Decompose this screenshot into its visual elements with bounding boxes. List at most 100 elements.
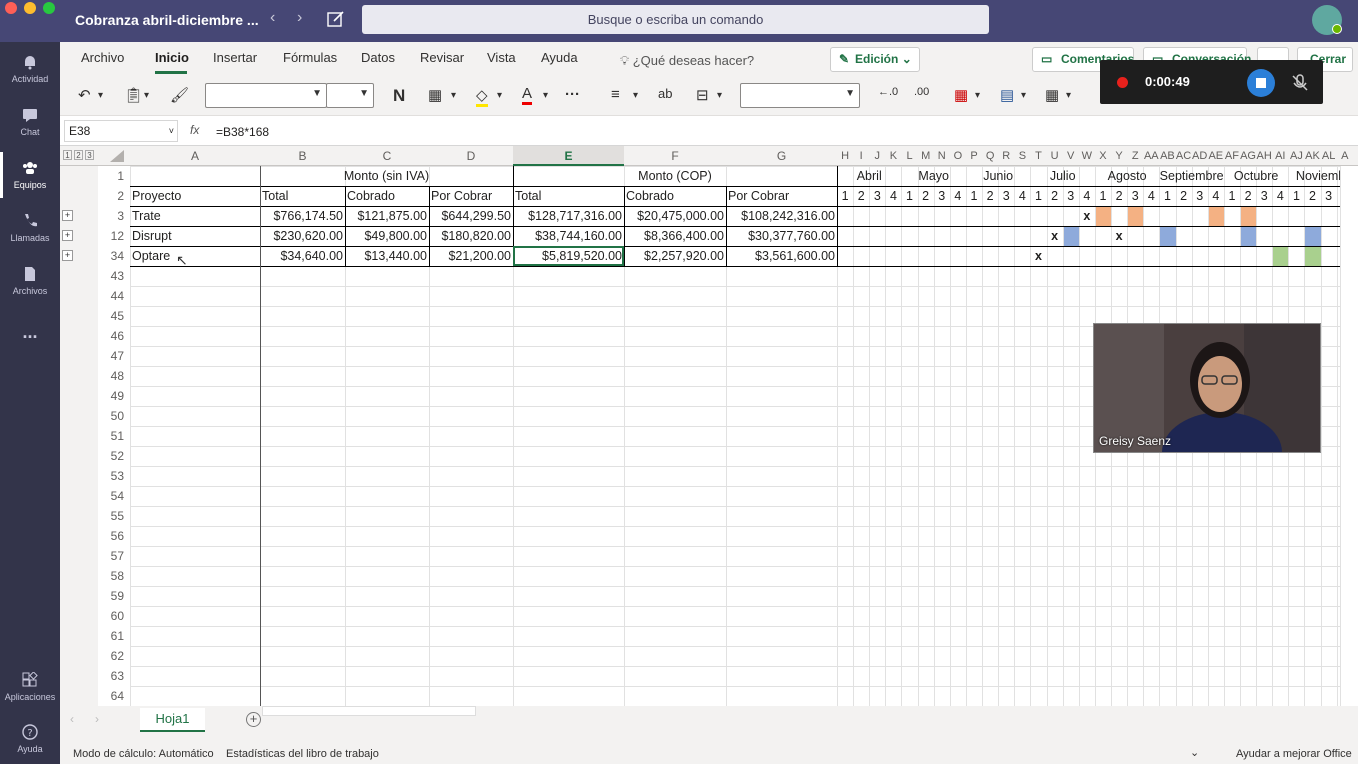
week-number[interactable]: 2 bbox=[1304, 186, 1320, 206]
chevron-down-icon[interactable]: ▾ bbox=[451, 90, 456, 101]
column-header-narrow[interactable]: M bbox=[918, 146, 934, 166]
column-header-narrow[interactable]: AG bbox=[1240, 146, 1256, 166]
header-monto-cop[interactable]: Monto (COP) bbox=[513, 166, 837, 186]
header-por-cobrar[interactable]: Por Cobrar bbox=[429, 186, 513, 206]
week-number[interactable]: 1 bbox=[1030, 186, 1046, 206]
more-icon[interactable]: ... bbox=[0, 322, 60, 343]
chevron-down-icon[interactable]: ▾ bbox=[98, 90, 103, 101]
week-number[interactable]: 4 bbox=[1014, 186, 1030, 206]
column-header-narrow[interactable]: AL bbox=[1321, 146, 1337, 166]
header-total[interactable]: Total bbox=[260, 186, 345, 206]
column-header-narrow[interactable]: AE bbox=[1208, 146, 1224, 166]
format-painter-icon[interactable]: 🖌︎ bbox=[170, 86, 189, 104]
amount-cell[interactable]: $644,299.50 bbox=[429, 206, 513, 226]
amount-cell[interactable]: $121,875.00 bbox=[345, 206, 429, 226]
row-number[interactable]: 44 bbox=[98, 286, 130, 306]
align-icon[interactable]: ≡ bbox=[611, 86, 620, 103]
chevron-down-icon[interactable]: ▾ bbox=[975, 90, 980, 101]
week-number[interactable]: 3 bbox=[1256, 186, 1272, 206]
column-header-narrow[interactable]: U bbox=[1047, 146, 1063, 166]
column-header-A[interactable]: A bbox=[130, 146, 260, 166]
week-number[interactable]: 2 bbox=[1047, 186, 1063, 206]
week-number[interactable]: 4 bbox=[1272, 186, 1288, 206]
chevron-down-icon[interactable]: ▾ bbox=[1066, 90, 1071, 101]
column-header-narrow[interactable]: W bbox=[1079, 146, 1095, 166]
back-arrow-icon[interactable]: ‹ bbox=[270, 9, 275, 27]
tell-me[interactable]: 💡︎ ¿Qué deseas hacer? bbox=[620, 53, 754, 69]
expand-row-icon[interactable]: + bbox=[62, 250, 73, 261]
minimize-window-button[interactable] bbox=[24, 2, 36, 14]
column-header-E[interactable]: E bbox=[513, 146, 624, 166]
workbook-stats[interactable]: Estadísticas del libro de trabajo bbox=[226, 748, 379, 760]
amount-cell[interactable]: $108,242,316.00 bbox=[726, 206, 837, 226]
insert-cells-icon[interactable]: ▦ bbox=[954, 86, 968, 104]
column-header-narrow[interactable]: K bbox=[885, 146, 901, 166]
week-number[interactable]: 1 bbox=[1159, 186, 1175, 206]
chevron-down-icon[interactable]: ▾ bbox=[717, 90, 722, 101]
column-header-narrow[interactable]: H bbox=[837, 146, 853, 166]
header-monto-sin-iva[interactable]: Monto (sin IVA) bbox=[260, 166, 513, 186]
column-header-narrow[interactable]: Y bbox=[1111, 146, 1127, 166]
maximize-window-button[interactable] bbox=[43, 2, 55, 14]
month-header[interactable]: Agosto bbox=[1095, 166, 1159, 186]
header-total[interactable]: Total bbox=[513, 186, 624, 206]
project-name[interactable]: Optare bbox=[130, 246, 260, 266]
row-number[interactable]: 49 bbox=[98, 386, 130, 406]
borders-icon[interactable]: ▦ bbox=[428, 86, 442, 104]
row-number[interactable]: 51 bbox=[98, 426, 130, 446]
row-number[interactable]: 60 bbox=[98, 606, 130, 626]
week-number[interactable]: 2 bbox=[1111, 186, 1127, 206]
column-header-narrow[interactable]: J bbox=[869, 146, 885, 166]
row-number[interactable]: 12 bbox=[98, 226, 130, 246]
rail-apps[interactable]: Aplicaciones bbox=[0, 672, 60, 702]
row-number[interactable]: 55 bbox=[98, 506, 130, 526]
week-number[interactable]: 2 bbox=[982, 186, 998, 206]
column-header-narrow[interactable]: O bbox=[950, 146, 966, 166]
column-header-narrow[interactable]: AB bbox=[1159, 146, 1175, 166]
chevron-down-icon[interactable]: ▾ bbox=[543, 90, 548, 101]
week-number[interactable]: 4 bbox=[1208, 186, 1224, 206]
week-number[interactable]: 1 bbox=[1224, 186, 1240, 206]
column-header-narrow[interactable]: AF bbox=[1224, 146, 1240, 166]
row-number[interactable]: 45 bbox=[98, 306, 130, 326]
column-header-narrow[interactable]: P bbox=[966, 146, 982, 166]
row-number[interactable]: 48 bbox=[98, 366, 130, 386]
menu-vista[interactable]: Vista bbox=[487, 50, 516, 65]
amount-cell[interactable]: $49,800.00 bbox=[345, 226, 429, 246]
month-header[interactable]: Abril bbox=[837, 166, 901, 186]
edit-mode-button[interactable]: ✎ Edición ⌄ bbox=[830, 47, 920, 72]
chevron-down-icon[interactable]: ▾ bbox=[1021, 90, 1026, 101]
amount-cell[interactable]: $128,717,316.00 bbox=[513, 206, 624, 226]
column-header-C[interactable]: C bbox=[345, 146, 429, 166]
column-header-F[interactable]: F bbox=[624, 146, 726, 166]
increase-decimal-icon[interactable]: .00 bbox=[914, 86, 929, 98]
month-header[interactable]: Octubre bbox=[1224, 166, 1288, 186]
decrease-decimal-icon[interactable]: ←.0 bbox=[878, 86, 898, 98]
row-number[interactable]: 63 bbox=[98, 666, 130, 686]
amount-cell[interactable]: $180,820.00 bbox=[429, 226, 513, 246]
bold-button[interactable]: N bbox=[393, 86, 405, 106]
column-header-G[interactable]: G bbox=[726, 146, 837, 166]
week-number[interactable]: 3 bbox=[1127, 186, 1143, 206]
font-color-icon[interactable]: A bbox=[522, 86, 533, 105]
column-header-narrow[interactable]: L bbox=[901, 146, 917, 166]
week-number[interactable]: 2 bbox=[853, 186, 869, 206]
week-number[interactable]: 4 bbox=[1079, 186, 1095, 206]
row-number[interactable]: 59 bbox=[98, 586, 130, 606]
menu-revisar[interactable]: Revisar bbox=[420, 50, 464, 65]
outline-level-3[interactable]: 3 bbox=[85, 150, 94, 160]
amount-cell[interactable]: $766,174.50 bbox=[260, 206, 345, 226]
project-name[interactable]: Trate bbox=[130, 206, 260, 226]
column-header-narrow[interactable]: A bbox=[1337, 146, 1353, 166]
column-header-narrow[interactable]: V bbox=[1063, 146, 1079, 166]
add-sheet-icon[interactable]: + bbox=[246, 712, 261, 727]
fill-color-icon[interactable]: ◇ bbox=[476, 86, 488, 107]
column-header-narrow[interactable]: AC bbox=[1176, 146, 1192, 166]
column-header-narrow[interactable]: X bbox=[1095, 146, 1111, 166]
amount-cell[interactable]: $21,200.00 bbox=[429, 246, 513, 266]
amount-cell[interactable]: $38,744,160.00 bbox=[513, 226, 624, 246]
number-format-select[interactable]: ▼ bbox=[740, 83, 860, 108]
amount-cell[interactable]: $34,640.00 bbox=[260, 246, 345, 266]
project-name[interactable]: Disrupt bbox=[130, 226, 260, 246]
chevron-down-icon[interactable]: ▾ bbox=[633, 90, 638, 101]
